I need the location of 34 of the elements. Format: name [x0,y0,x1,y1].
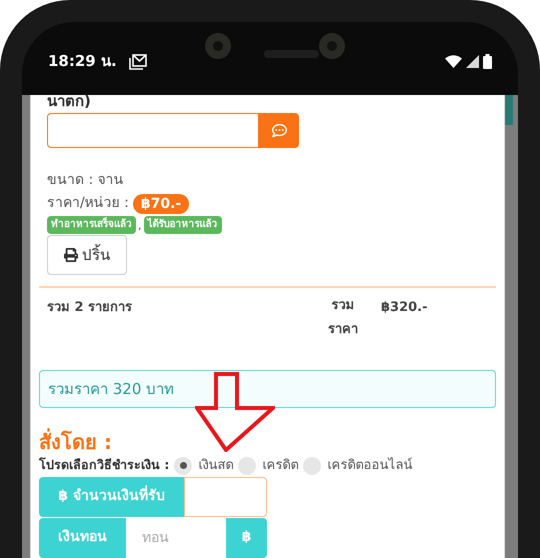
separator-text: , [138,218,142,234]
item-count: รวม 2 รายการ [47,299,134,317]
signal-icon [466,55,479,68]
battery-icon [483,54,492,69]
header-strip [505,95,513,125]
currency-addon: ฿ [226,518,267,558]
item-title: นาตก) [47,93,92,109]
received-field[interactable] [184,476,267,516]
total-value: ฿320.- [381,299,428,317]
total-label: รวม ราคา [327,297,359,339]
order-by-heading: สั่งโดย : [39,430,113,454]
payment-option[interactable]: เงินสด [174,456,234,476]
wifi-icon [445,55,462,68]
price-badge: ฿70.- [132,194,190,214]
comment-button[interactable] [259,113,299,148]
price-label: ราคา/หน่วย : [47,194,129,213]
payment-option[interactable]: เครดิต [238,456,298,476]
payment-label: โปรดเลือกวิธีชำระเงิน : [39,456,170,474]
status-tag: ทำอาหารเสร็จแล้ว [47,216,136,234]
comment-icon [272,123,286,138]
gallery-icon [128,54,147,70]
total-alert: รวมราคา 320 บาท [39,370,496,408]
payment-option[interactable]: เครดิตออนไลน์ [303,456,412,476]
printer-icon [64,248,78,262]
radio-button[interactable] [174,456,192,475]
status-tag: ได้รับอาหารแล้ว [144,216,222,234]
note-field[interactable] [47,113,259,148]
received-label: ฿ จำนวนเงินที่รับ [39,476,184,516]
radio-button[interactable] [238,456,256,475]
radio-button[interactable] [303,456,322,475]
item-size: ขนาด : จาน [47,171,125,190]
change-label: เงินทอน [39,518,126,558]
print-button[interactable]: ปริ้น [47,235,127,275]
status-time: 18:29 น. [48,51,117,72]
